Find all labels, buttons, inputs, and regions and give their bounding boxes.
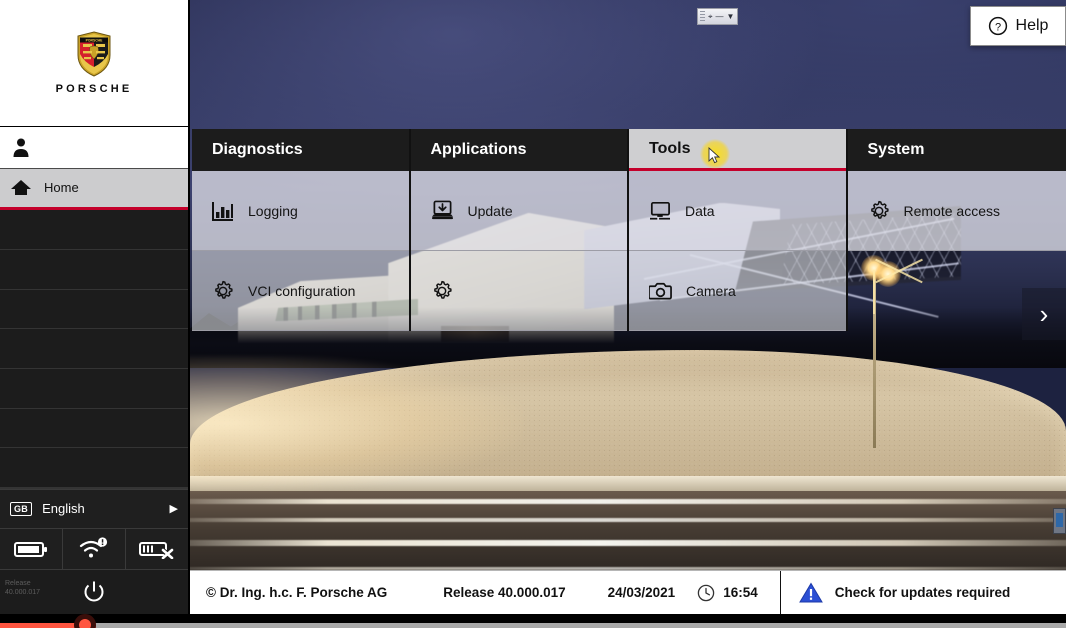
bottom-slider-strip[interactable] (0, 614, 1066, 628)
status-bar: © Dr. Ing. h.c. F. Porsche AG Release 40… (190, 570, 1066, 614)
panel-toggle-icon[interactable] (1053, 508, 1066, 534)
slider-knob-icon[interactable] (74, 614, 96, 628)
update-warning-text: Check for updates required (835, 585, 1011, 600)
tab-diagnostics[interactable]: Diagnostics (192, 129, 409, 171)
column-header-label: System (868, 141, 925, 159)
tab-tools[interactable]: Tools (629, 129, 846, 171)
tile-logging[interactable]: Logging (192, 171, 409, 251)
language-label: English (42, 501, 85, 516)
porsche-crest-icon: PORSCHE (76, 31, 112, 77)
monitor-icon (649, 201, 671, 221)
sidebar-blank-row[interactable] (0, 250, 188, 290)
clock-icon (697, 584, 715, 602)
battery-full-icon (14, 540, 48, 559)
tile-label: Data (685, 203, 715, 219)
gear-icon (212, 280, 234, 302)
language-code-badge: GB (10, 502, 32, 516)
current-time: 16:54 (723, 585, 758, 600)
home-icon (10, 178, 32, 198)
chevron-down-icon[interactable]: ▼ (727, 13, 735, 21)
next-page-button[interactable]: › (1022, 288, 1066, 340)
laptop-download-icon (431, 200, 454, 221)
tile-label: VCI configuration (248, 283, 355, 299)
chevron-right-icon: ▶ (170, 502, 178, 515)
power-button[interactable]: Release 40.000.017 (0, 570, 188, 614)
sidebar-blank-row[interactable] (0, 409, 188, 449)
sidebar-blank-row[interactable] (0, 329, 188, 369)
sidebar: PORSCHE PORSCHE Home (0, 0, 190, 614)
sidebar-blank-row[interactable] (0, 369, 188, 409)
release-version-mini: Release 40.000.017 (5, 579, 40, 597)
bar-chart-icon (212, 201, 234, 221)
svg-text:?: ? (994, 21, 1000, 33)
slider-track[interactable] (0, 623, 1066, 628)
warning-triangle-icon (799, 582, 823, 604)
help-button-label: Help (1016, 17, 1049, 35)
menu-column-applications: Applications Update (411, 129, 630, 331)
sidebar-blank-row[interactable] (0, 290, 188, 330)
current-date: 24/03/2021 (608, 585, 676, 600)
brand-wordmark: PORSCHE (56, 83, 133, 95)
tile-remote-access[interactable]: Remote access (848, 171, 1066, 251)
tile-update[interactable]: Update (411, 171, 628, 251)
vci-connection-cell[interactable] (126, 529, 188, 570)
wifi-warning-icon (79, 537, 109, 561)
battery-disconnected-icon (139, 539, 175, 559)
text-cursor-icon[interactable]: ⌖ (708, 13, 713, 21)
tile-vci-configuration[interactable]: VCI configuration (192, 251, 409, 331)
drag-grip-icon[interactable] (700, 11, 705, 22)
camera-icon (649, 281, 672, 301)
ime-language-bar[interactable]: ⌖ — ▼ (697, 8, 738, 25)
power-icon (82, 580, 106, 604)
tile-applications-settings[interactable] (411, 251, 628, 331)
mouse-cursor-icon (708, 147, 722, 165)
tab-applications[interactable]: Applications (411, 129, 628, 171)
release-version: Release 40.000.017 (443, 585, 565, 600)
minus-icon[interactable]: — (716, 13, 724, 21)
language-selector[interactable]: GB English ▶ (0, 489, 188, 529)
status-divider (780, 571, 781, 615)
clock-group: 16:54 (697, 584, 758, 602)
column-header-label: Tools (649, 140, 690, 158)
user-icon (10, 136, 32, 158)
gear-icon (868, 200, 890, 222)
menu-column-diagnostics: Diagnostics Logging VCI configuration (192, 129, 411, 331)
column-header-label: Applications (431, 141, 527, 159)
user-profile-row[interactable] (0, 127, 188, 169)
column-header-label: Diagnostics (212, 141, 303, 159)
tile-label: Camera (686, 283, 736, 299)
wifi-status-cell[interactable] (63, 529, 126, 570)
device-status-icons (0, 529, 188, 571)
battery-status-cell[interactable] (0, 529, 63, 570)
tile-label: Logging (248, 203, 298, 219)
svg-text:PORSCHE: PORSCHE (86, 39, 104, 43)
gear-icon (431, 280, 453, 302)
help-button[interactable]: ? Help (970, 6, 1066, 46)
menu-column-tools: Tools Data Camera (629, 129, 848, 331)
sidebar-item-label: Home (44, 180, 79, 195)
tile-label: Update (468, 203, 513, 219)
copyright-text: © Dr. Ing. h.c. F. Porsche AG (190, 585, 387, 600)
sidebar-item-home[interactable]: Home (0, 169, 188, 211)
chevron-right-icon: › (1040, 299, 1049, 330)
piwis-home-screen: PORSCHE PORSCHE Home (0, 0, 1066, 628)
tile-camera[interactable]: Camera (629, 251, 846, 331)
sidebar-blank-row[interactable] (0, 210, 188, 250)
brand-logo-block: PORSCHE PORSCHE (0, 0, 188, 127)
main-menu-grid: Diagnostics Logging VCI configuration (192, 129, 1066, 331)
light-trail-glow (190, 356, 523, 491)
sidebar-blank-row[interactable] (0, 448, 188, 488)
tile-data[interactable]: Data (629, 171, 846, 251)
update-warning[interactable]: Check for updates required (799, 582, 1011, 604)
tab-system[interactable]: System (848, 129, 1066, 171)
question-circle-icon: ? (988, 16, 1008, 36)
tile-label: Remote access (904, 203, 1000, 219)
